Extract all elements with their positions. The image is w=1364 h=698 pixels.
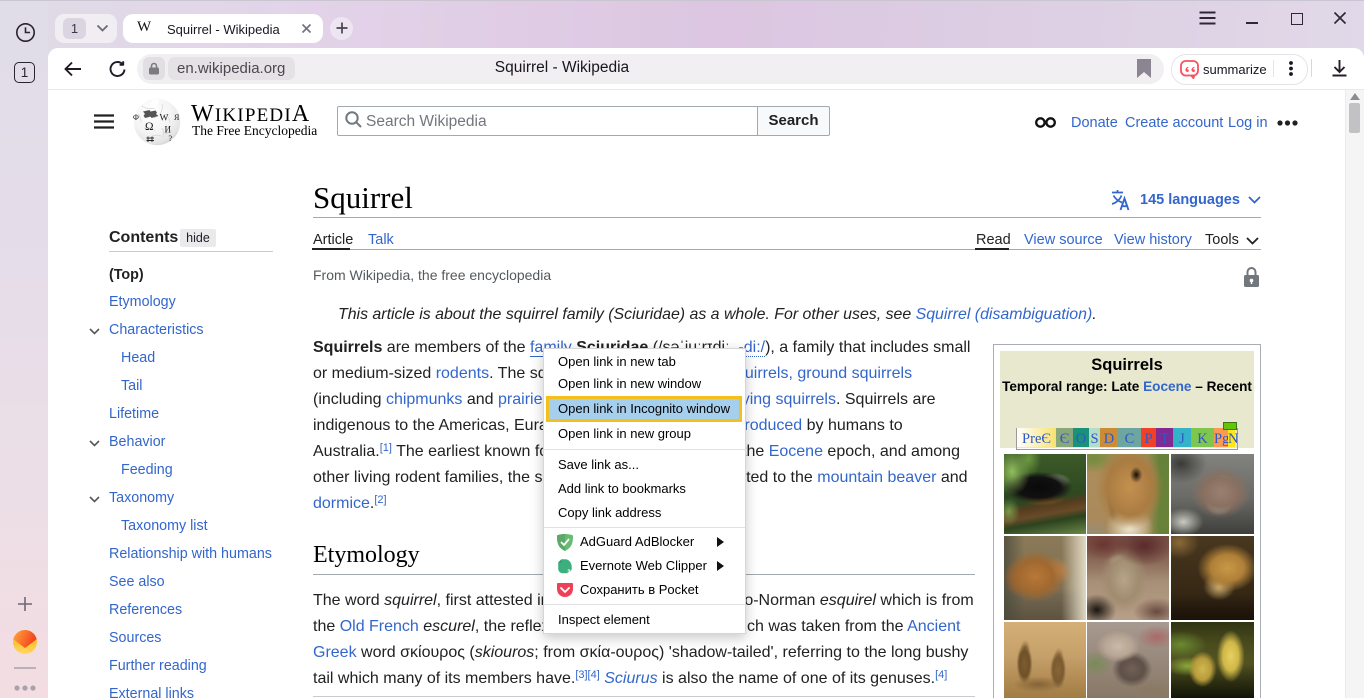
svg-text:Φ: Φ [133,113,139,122]
svg-text:И: И [165,124,172,134]
svg-text:W: W [160,113,169,123]
svg-text:Я: Я [174,113,180,122]
svg-text:Ω: Ω [145,121,154,133]
svg-text:?: ? [169,134,173,143]
